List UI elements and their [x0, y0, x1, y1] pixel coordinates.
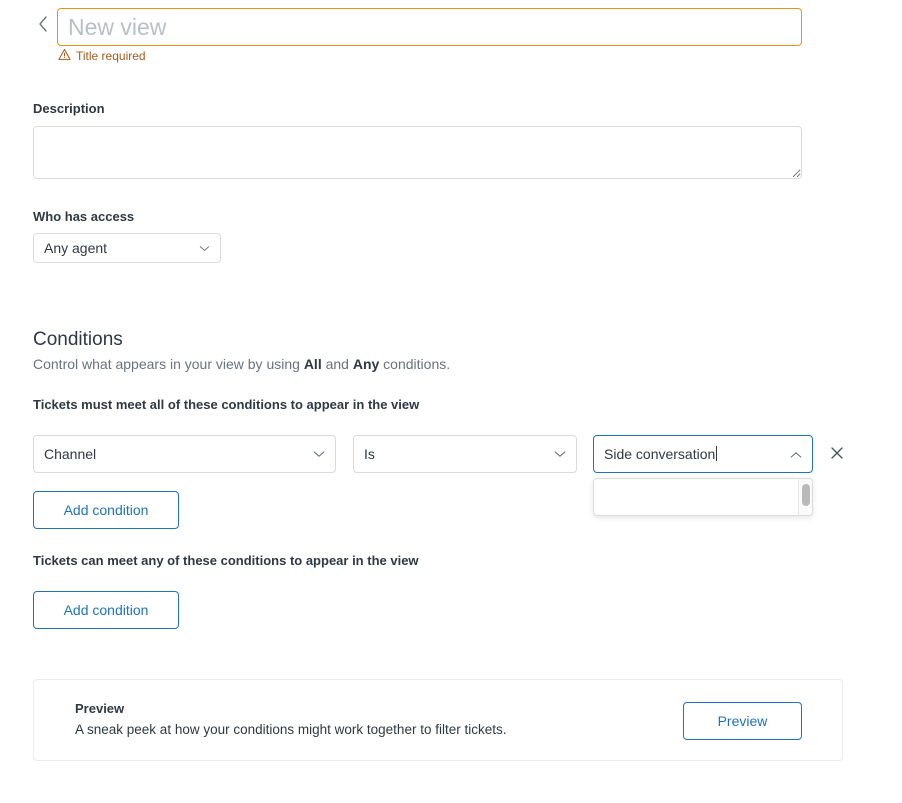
condition-value-text: Side conversation: [604, 446, 716, 462]
view-title-input[interactable]: [57, 8, 802, 46]
back-button[interactable]: [33, 14, 53, 34]
text-cursor: [716, 446, 718, 461]
preview-card-title: Preview: [75, 701, 125, 716]
conditions-subtitle-part-3: conditions.: [379, 356, 451, 372]
who-has-access-label: Who has access: [33, 209, 135, 224]
who-has-access-value: Any agent: [44, 240, 108, 256]
condition-field-select[interactable]: Channel: [33, 435, 336, 473]
condition-field-value: Channel: [44, 446, 97, 462]
conditions-subtitle: Control what appears in your view by usi…: [33, 356, 450, 372]
description-textarea[interactable]: [33, 126, 802, 179]
dropdown-scrollbar-thumb[interactable]: [802, 484, 810, 506]
description-label: Description: [33, 101, 105, 116]
condition-operator-select[interactable]: Is: [353, 435, 577, 473]
add-condition-any-button[interactable]: Add condition: [33, 591, 179, 629]
conditions-heading: Conditions: [33, 329, 123, 350]
condition-operator-value: Is: [364, 446, 375, 462]
title-required-error-text: Title required: [76, 49, 146, 63]
chevron-down-icon: [554, 450, 566, 458]
chevron-left-icon: [37, 15, 49, 33]
who-has-access-select[interactable]: Any agent: [33, 233, 221, 263]
condition-value-dropdown-menu[interactable]: [593, 478, 813, 516]
preview-card-description: A sneak peek at how your conditions migh…: [75, 722, 507, 737]
chevron-up-icon[interactable]: [790, 446, 802, 462]
preview-button[interactable]: Preview: [683, 702, 802, 740]
add-condition-all-button[interactable]: Add condition: [33, 491, 179, 529]
chevron-down-icon: [313, 450, 325, 458]
warning-triangle-icon: [58, 48, 71, 64]
conditions-subtitle-all: All: [303, 356, 322, 372]
conditions-subtitle-part-2: and: [321, 356, 353, 372]
condition-value-combobox[interactable]: Side conversation: [593, 435, 813, 473]
conditions-subtitle-any: Any: [352, 356, 380, 372]
chevron-down-icon: [199, 245, 210, 252]
dropdown-scrollbar[interactable]: [798, 479, 812, 515]
condition-row: Channel Is Side conversation: [33, 435, 853, 516]
conditions-subtitle-part-1: Control what appears in your view by usi…: [33, 356, 304, 372]
preview-card: Preview A sneak peek at how your conditi…: [33, 679, 843, 761]
remove-condition-button[interactable]: [826, 443, 848, 465]
condition-value-combobox-wrapper: Side conversation: [593, 435, 813, 516]
title-required-error: Title required: [58, 48, 146, 64]
any-conditions-group-title: Tickets can meet any of these conditions…: [33, 553, 419, 568]
all-conditions-group-title: Tickets must meet all of these condition…: [33, 397, 420, 412]
close-x-icon: [830, 446, 844, 463]
view-title-row: Title required: [0, 0, 902, 63]
condition-value-text-wrap: Side conversation: [604, 446, 790, 462]
